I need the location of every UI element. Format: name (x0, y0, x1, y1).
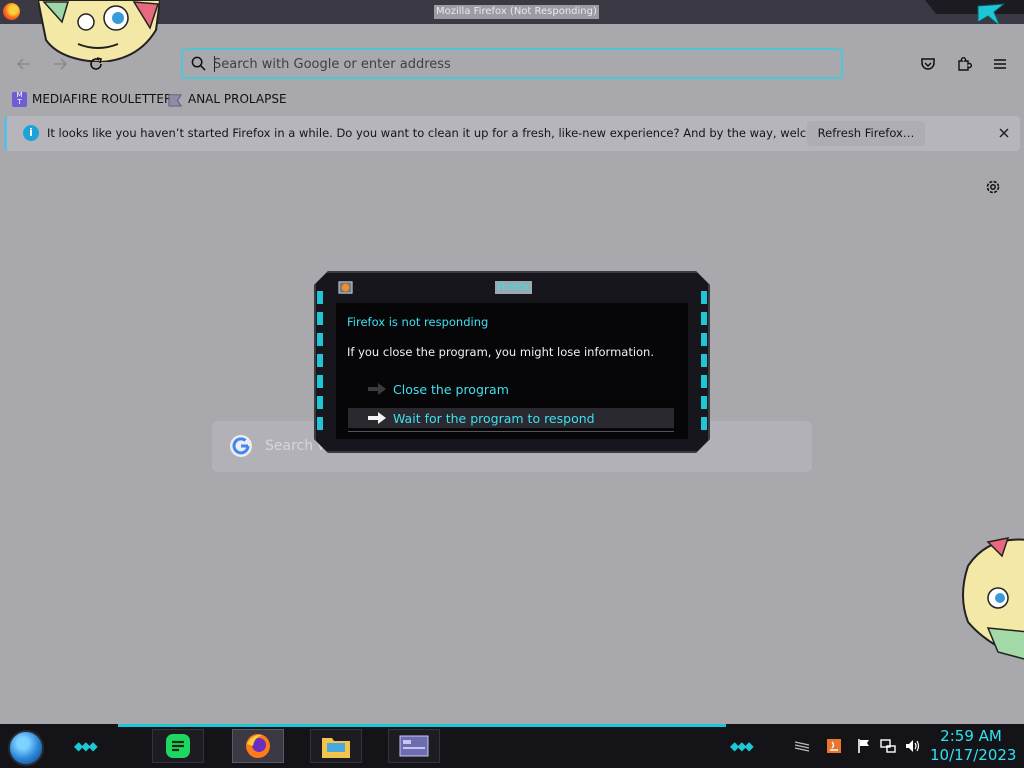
dialog-title: Firefox (495, 281, 533, 294)
dialog-body-text: If you close the program, you might lose… (347, 345, 655, 359)
wait-program-option[interactable]: Wait for the program to respond (348, 408, 674, 428)
taskbar-app-notes[interactable] (152, 729, 204, 763)
window-title: Mozilla Firefox (Not Responding) (434, 5, 599, 19)
info-icon: i (23, 125, 39, 141)
address-bar[interactable] (181, 48, 843, 79)
puzzle-piece-icon (958, 57, 972, 71)
frame-led-strip-left (317, 291, 323, 431)
refresh-notification-bar: i It looks like you haven’t started Fire… (4, 116, 1020, 151)
arrow-right-icon (368, 383, 386, 395)
not-responding-dialog: Firefox Firefox is not responding If you… (314, 271, 710, 453)
firefox-icon (3, 3, 20, 20)
close-icon[interactable] (996, 125, 1012, 141)
taskbar-decoration: ◆◆◆ (74, 739, 98, 753)
arrow-right-icon (368, 412, 386, 424)
java-update-icon[interactable] (826, 738, 842, 754)
system-clock[interactable]: 2:59 AM 10/17/2023 (930, 727, 1017, 765)
bookmark-label: ANAL PROLAPSE (188, 92, 287, 106)
back-button[interactable] (10, 50, 38, 78)
bookmark-item-mediafire[interactable]: MT MEDIAFIRE ROULETTER (12, 89, 172, 109)
clock-date: 10/17/2023 (930, 746, 1017, 764)
bookmark-label: MEDIAFIRE ROULETTER (32, 92, 173, 106)
back-arrow-icon (16, 58, 30, 70)
pocket-button[interactable] (914, 50, 942, 78)
pocket-icon (921, 58, 935, 70)
dialog-separator (348, 431, 674, 432)
dialog-heading: Firefox is not responding (347, 315, 489, 329)
firefox-taskbar-icon (246, 734, 270, 758)
taskbar-decoration: ◆◆◆ (730, 739, 754, 753)
reload-icon (90, 57, 102, 70)
titlebar-decoration (925, 0, 1024, 14)
search-icon (191, 56, 206, 71)
firefox-app-icon (338, 281, 353, 294)
cartoon-character-sticker (962, 537, 1024, 660)
folder-icon (322, 738, 350, 758)
taskbar-app-file-explorer[interactable] (310, 729, 362, 763)
app-menu-button[interactable] (986, 50, 1014, 78)
clock-time: 2:59 AM (940, 727, 1002, 745)
taskbar-app-control-panel[interactable] (388, 729, 440, 763)
gear-icon[interactable] (984, 178, 1002, 196)
forward-arrow-icon (54, 58, 68, 70)
close-program-label: Close the program (393, 381, 509, 397)
navigation-toolbar (0, 36, 1024, 82)
hamburger-menu-icon (994, 59, 1006, 69)
window-app-icon (399, 735, 429, 757)
network-icon[interactable] (880, 738, 896, 754)
refresh-firefox-button[interactable]: Refresh Firefox… (807, 121, 925, 146)
bookmarks-toolbar: MT MEDIAFIRE ROULETTER ANAL PROLAPSE (0, 86, 1024, 110)
folder-icon (168, 93, 183, 107)
google-icon (230, 435, 252, 457)
action-center-flag-icon[interactable] (856, 738, 872, 754)
volume-icon[interactable] (904, 738, 920, 754)
taskbar-accent-line (118, 724, 726, 727)
start-button[interactable] (8, 730, 44, 766)
frame-led-strip-right (701, 291, 707, 431)
close-program-option[interactable]: Close the program (348, 379, 674, 399)
mediafire-icon: MT (12, 91, 27, 107)
extensions-button[interactable] (950, 50, 978, 78)
url-input[interactable] (213, 54, 813, 74)
taskbar: ◆◆◆ ◆◆◆ 2:59 AM 10/17/2023 (0, 724, 1024, 768)
reload-button[interactable] (82, 50, 110, 78)
notification-message: It looks like you haven’t started Firefo… (47, 126, 868, 140)
notes-app-icon (166, 734, 190, 758)
forward-button[interactable] (46, 50, 74, 78)
bookmark-item-folder[interactable]: ANAL PROLAPSE (168, 89, 287, 109)
show-hidden-icons-icon[interactable] (794, 738, 810, 754)
wait-program-label: Wait for the program to respond (393, 410, 595, 426)
taskbar-app-firefox[interactable] (232, 729, 284, 763)
